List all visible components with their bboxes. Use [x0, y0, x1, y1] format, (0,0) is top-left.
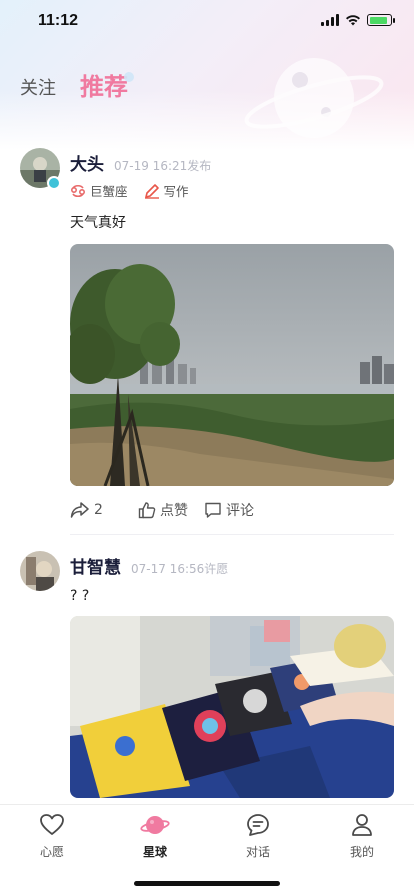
status-bar: 11:12 [0, 0, 414, 44]
planet-decoration-icon [244, 58, 384, 138]
user-name[interactable]: 甘智慧 [70, 553, 121, 578]
tab-recommend[interactable]: 推荐 [80, 72, 134, 102]
person-icon [352, 814, 372, 836]
planet-icon [140, 816, 170, 834]
like-button[interactable]: 点赞 [138, 500, 204, 520]
share-count: 2 [94, 502, 103, 518]
share-button[interactable]: 2 [70, 501, 138, 519]
tag-writing[interactable]: 写作 [144, 181, 189, 200]
comment-icon [205, 502, 221, 518]
post-actions: 2 点赞 评论 [70, 500, 394, 520]
status-time: 11:12 [38, 12, 79, 29]
user-name[interactable]: 大头 [70, 150, 104, 175]
tag-zodiac-label: 巨蟹座 [90, 184, 128, 199]
post-card[interactable]: 甘智慧 07-17 16:56许愿 ? ? [0, 543, 414, 798]
post-time: 07-17 16:56许愿 [131, 562, 229, 576]
post-card[interactable]: 大头 07-19 16:21发布 巨蟹座 写作 天气真好 2 点赞 评论 [0, 140, 414, 535]
post-divider [70, 534, 394, 535]
zodiac-icon [70, 184, 86, 197]
post-text: 天气真好 [70, 215, 126, 231]
user-tags: 巨蟹座 写作 [70, 181, 394, 200]
post-text: ? ? [70, 588, 90, 604]
post-time: 07-19 16:21发布 [114, 159, 212, 173]
feed-tabs: 关注 推荐 [20, 72, 134, 102]
nav-label-profile: 我的 [349, 845, 374, 859]
nav-label-planet: 星球 [142, 845, 167, 859]
share-icon [70, 502, 89, 518]
tab-recommend-label: 推荐 [80, 73, 128, 101]
tag-zodiac[interactable]: 巨蟹座 [70, 181, 128, 200]
signal-icon [321, 14, 339, 26]
status-icons [321, 14, 395, 26]
home-indicator [134, 881, 280, 886]
like-label: 点赞 [160, 503, 188, 519]
battery-level [369, 16, 387, 24]
pencil-icon [144, 183, 159, 199]
chat-icon [247, 814, 269, 836]
gender-badge-icon [47, 176, 61, 190]
feed: 大头 07-19 16:21发布 巨蟹座 写作 天气真好 2 点赞 评论 甘智慧… [0, 140, 414, 798]
nav-item-profile[interactable]: 我的 [332, 813, 392, 860]
thumbs-up-icon [138, 502, 156, 519]
nav-label-chat: 对话 [245, 845, 270, 859]
heart-icon [40, 814, 64, 835]
nav-item-wish[interactable]: 心愿 [22, 813, 82, 860]
post-photo[interactable] [70, 244, 394, 486]
tag-writing-label: 写作 [163, 184, 189, 199]
nav-item-chat[interactable]: 对话 [228, 813, 288, 860]
battery-icon [367, 14, 395, 26]
tab-active-dot [124, 72, 134, 82]
wifi-icon [346, 15, 360, 26]
post-photo[interactable] [70, 616, 394, 798]
tab-follow[interactable]: 关注 [20, 76, 56, 102]
nav-label-wish: 心愿 [39, 845, 64, 859]
avatar[interactable] [20, 551, 60, 591]
nav-item-planet[interactable]: 星球 [125, 813, 185, 860]
comment-button[interactable]: 评论 [204, 500, 254, 520]
comment-label: 评论 [226, 503, 254, 519]
